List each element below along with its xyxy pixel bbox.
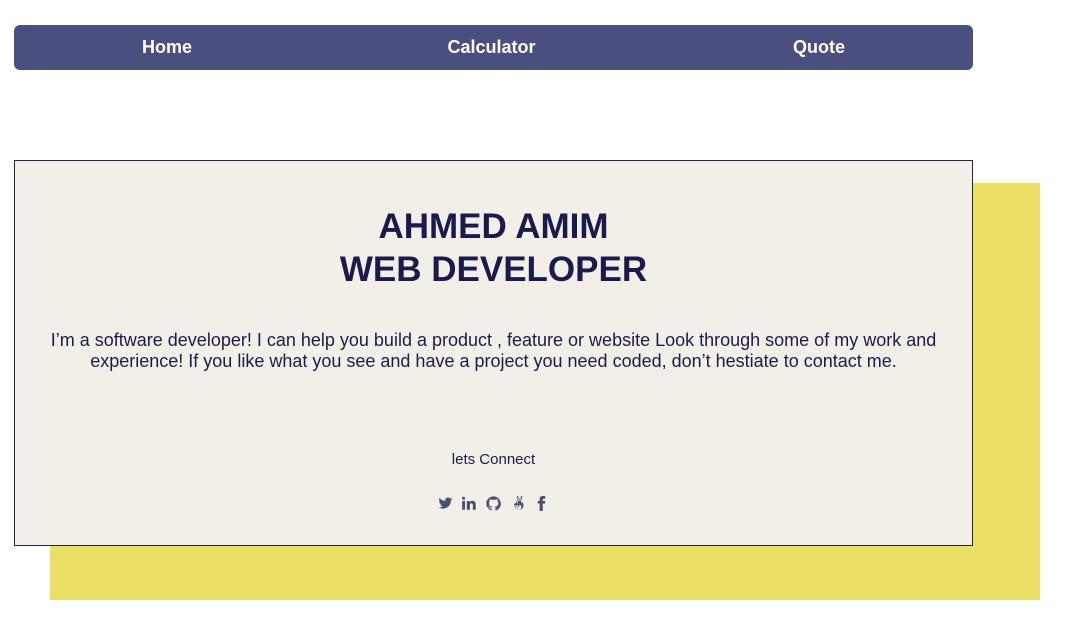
linkedin-icon[interactable] [462,495,478,511]
connect-label: lets Connect [451,451,536,468]
nav-calculator-link[interactable]: Calculator [332,25,651,70]
nav-home-link[interactable]: Home [14,25,320,70]
top-nav: Home Calculator Quote [14,25,973,70]
twitter-icon[interactable] [438,495,454,511]
social-links [15,494,972,512]
github-icon[interactable] [486,495,502,511]
nav-quote-link[interactable]: Quote [662,25,976,70]
facebook-icon[interactable] [534,495,550,511]
hero-card: AHMED AMIM WEB DEVELOPER I’m a software … [14,160,973,546]
hero-bio: I’m a software developer! I can help you… [50,330,937,371]
angellist-icon[interactable] [510,495,526,511]
hero-role: WEB DEVELOPER [339,250,648,289]
hero-title: AHMED AMIM WEB DEVELOPER [15,205,972,291]
hero-name: AHMED AMIM [378,207,609,246]
